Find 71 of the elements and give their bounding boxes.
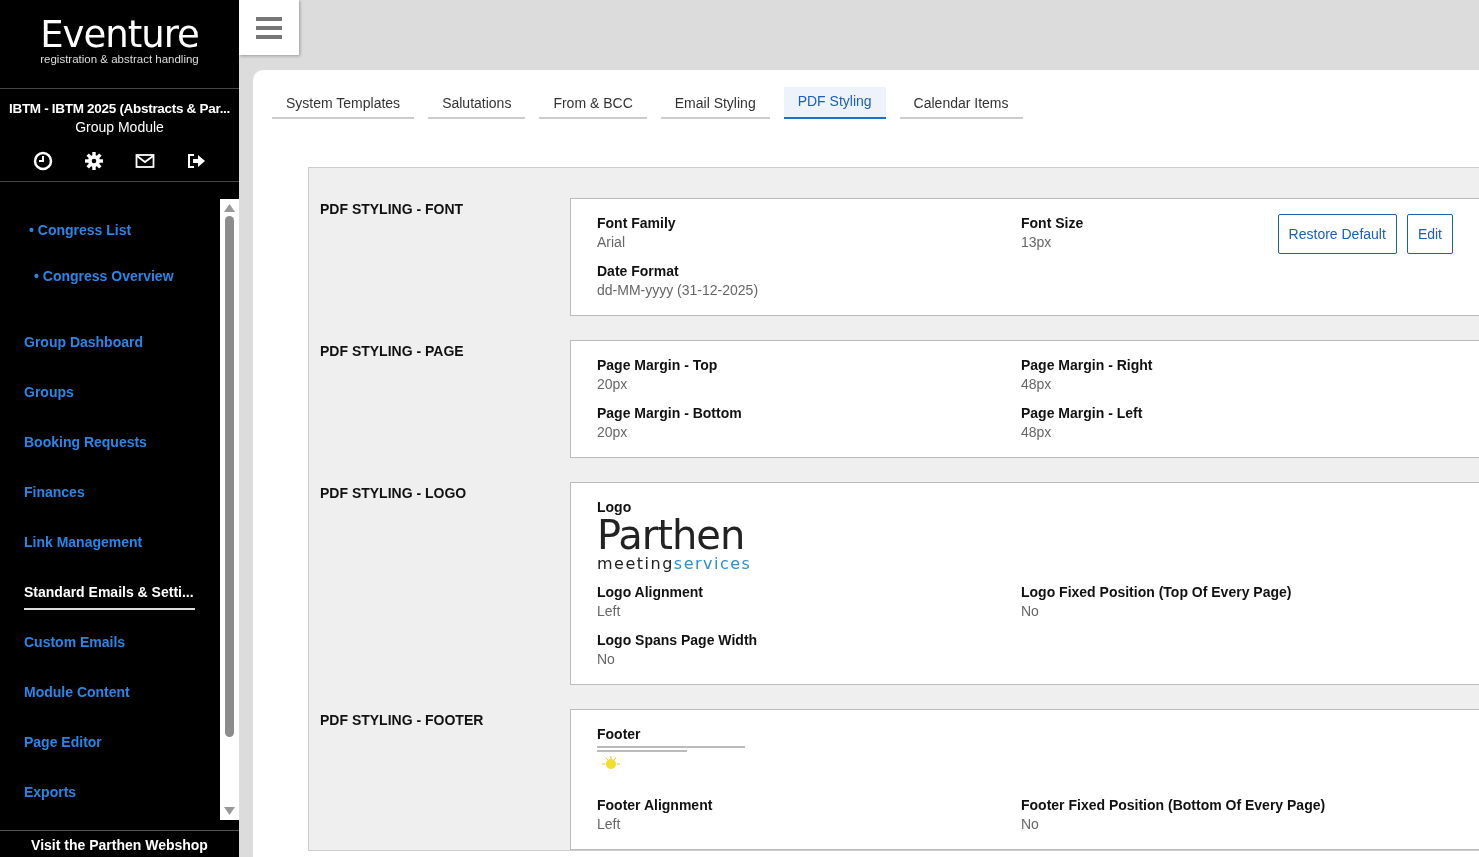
logout-button[interactable] (186, 151, 206, 171)
webshop-link[interactable]: Visit the Parthen Webshop (0, 830, 239, 857)
field-label: Footer Alignment (597, 796, 713, 815)
tab[interactable]: Email Styling (660, 85, 770, 119)
nav-item[interactable]: Link Management (24, 524, 143, 560)
field-value: dd-MM-yyyy (31-12-2025) (597, 281, 759, 300)
settings-button[interactable] (84, 151, 104, 171)
field-value: 48px (1021, 375, 1052, 394)
section-title: PDF STYLING - LOGO (320, 484, 468, 503)
nav-link[interactable]: • Congress List (0, 212, 220, 248)
field-label: Footer Fixed Position (Bottom Of Every Page) (1021, 796, 1326, 815)
nav-link[interactable]: • Congress Overview (0, 258, 220, 294)
history-button[interactable] (33, 151, 53, 171)
field-value: Arial (597, 233, 625, 252)
nav-item[interactable]: Group Dashboard (24, 324, 143, 360)
nav-item[interactable]: Module Content (24, 674, 130, 710)
tab[interactable]: From & BCC (539, 85, 647, 119)
scroll-up-icon[interactable] (224, 204, 235, 212)
nav-item[interactable]: Standard Emails & Setti... (24, 574, 195, 610)
field-label: Logo Spans Page Width (597, 631, 758, 650)
nav-item[interactable]: Exports (24, 774, 77, 810)
logout-icon (186, 151, 206, 171)
field-value: 20px (597, 423, 628, 442)
nav-item[interactable]: Custom Emails (24, 624, 126, 660)
field-label: Footer (597, 725, 641, 744)
field-label: Logo Alignment (597, 583, 704, 602)
field-value: Left (597, 602, 621, 621)
tab[interactable]: Salutations (428, 85, 526, 119)
tab[interactable]: PDF Styling (783, 87, 886, 119)
field-label: Page Margin - Left (1021, 404, 1143, 423)
logo-name: Parthen (597, 515, 745, 555)
field-value: Left (597, 815, 621, 834)
menu-button[interactable] (239, 0, 299, 55)
tab[interactable]: Calendar Items (899, 85, 1023, 119)
mail-icon (135, 151, 155, 171)
tab[interactable]: System Templates (272, 85, 415, 119)
field-label: Logo (597, 498, 632, 517)
field-value: No (597, 650, 615, 669)
field-label: Page Margin - Right (1021, 356, 1153, 375)
nav-item[interactable]: Groups (24, 374, 74, 410)
field-label: Page Margin - Bottom (597, 404, 742, 423)
nav-item[interactable]: Finances (24, 474, 85, 510)
logo-subtitle: meeting (597, 555, 674, 573)
field-label: Logo Fixed Position (Top Of Every Page) (1021, 583, 1292, 602)
nav-item[interactable]: Page Editor (24, 724, 102, 760)
app-logo: Eventure (40, 15, 199, 54)
edit-button[interactable]: Edit (1406, 214, 1453, 254)
event-title: IBTM - IBTM 2025 (Abstracts & Par... (8, 101, 231, 116)
settings-icon (84, 151, 104, 171)
field-value: 48px (1021, 423, 1052, 442)
field-value: 20px (597, 375, 628, 394)
module-name: Group Module (74, 119, 165, 135)
mail-button[interactable] (135, 151, 155, 171)
logo-subtitle: services (673, 555, 752, 573)
section-title: PDF STYLING - FONT (320, 200, 465, 219)
section-title: PDF STYLING - FOOTER (320, 711, 485, 730)
app-tagline: registration & abstract handling (40, 52, 199, 65)
scrollbar[interactable] (220, 199, 239, 820)
restore-default-button[interactable]: Restore Default (1277, 214, 1397, 254)
field-label: Page Margin - Top (597, 356, 718, 375)
field-label: Font Family (597, 214, 676, 233)
field-label: Date Format (597, 262, 679, 281)
field-value: No (1021, 602, 1039, 621)
field-label: Font Size (1021, 214, 1084, 233)
scroll-down-icon[interactable] (224, 807, 235, 815)
clock-icon (33, 151, 53, 171)
menu-icon (256, 16, 282, 39)
nav-item[interactable]: Booking Requests (24, 424, 147, 460)
section-title: PDF STYLING - PAGE (320, 342, 465, 361)
field-value: 13px (1021, 233, 1052, 252)
field-value: No (1021, 815, 1039, 834)
